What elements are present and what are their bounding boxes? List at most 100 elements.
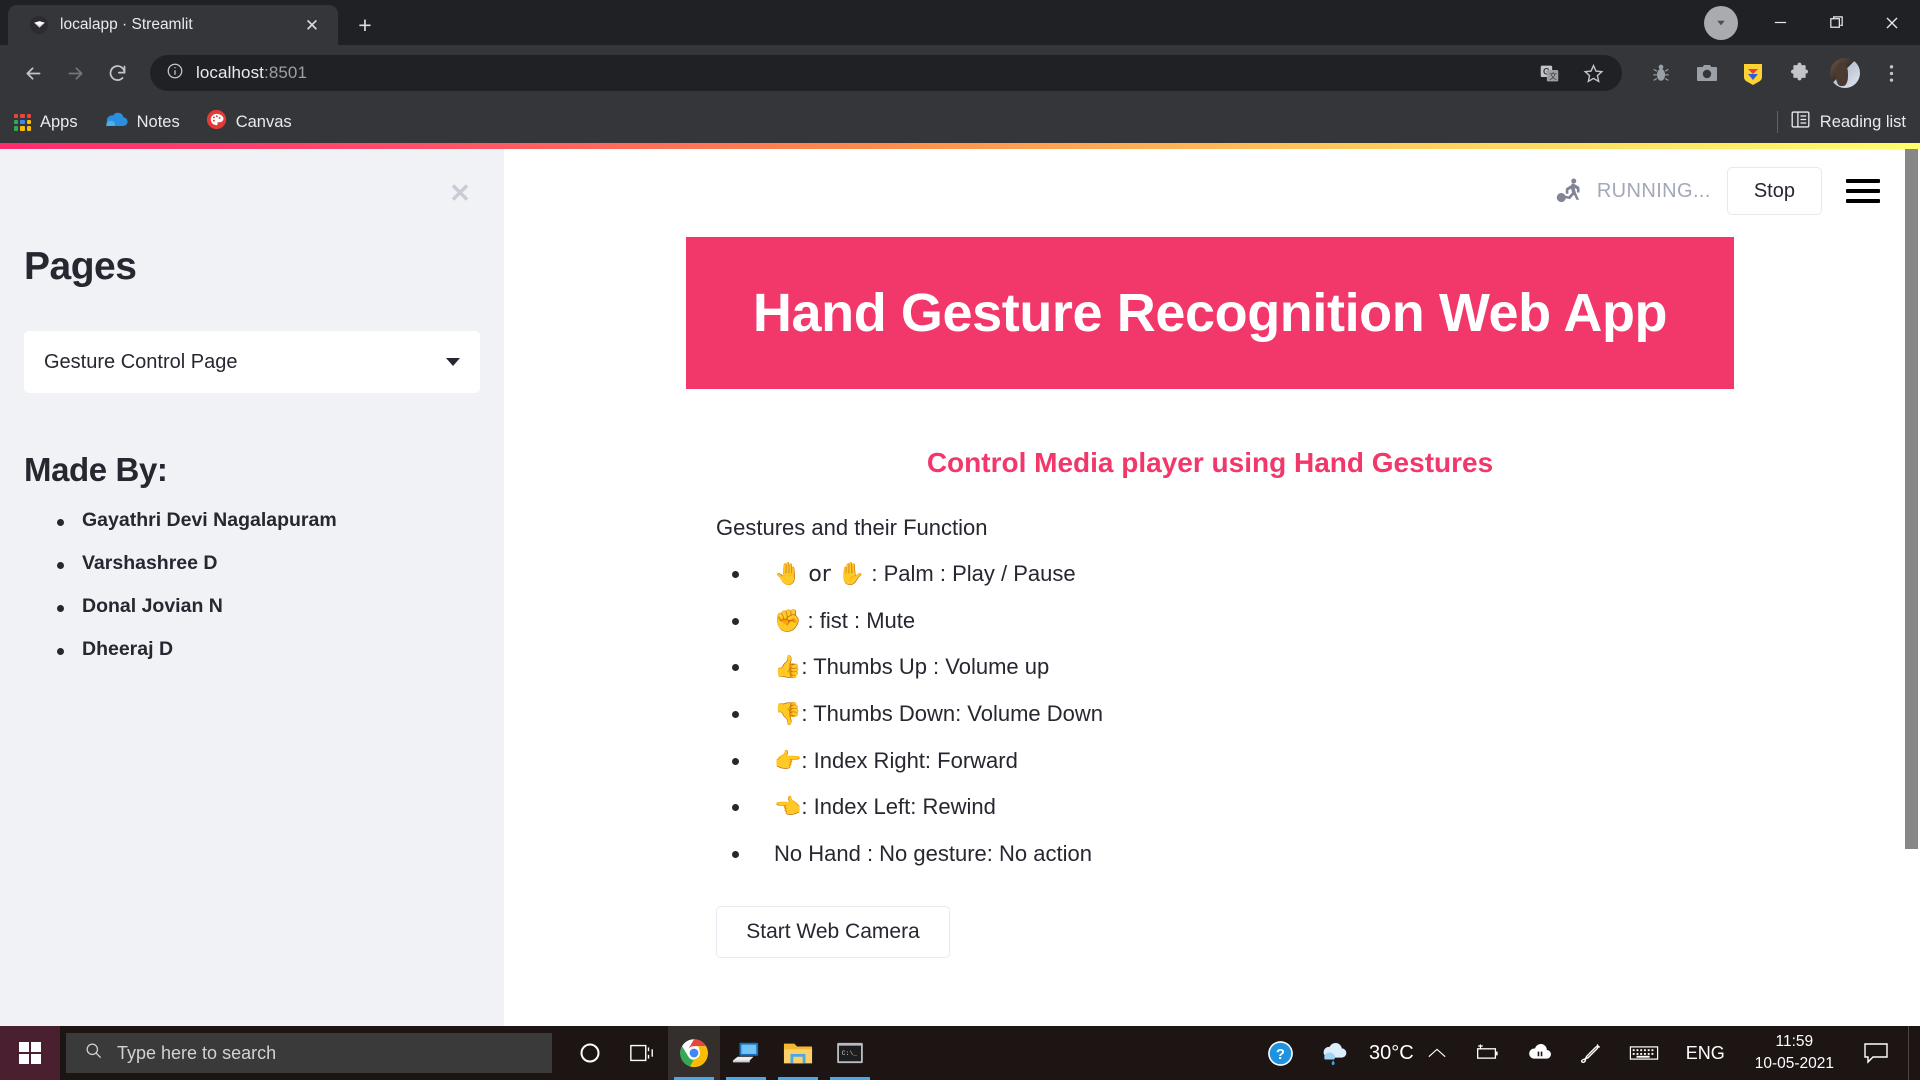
weather-rain-cloud-icon[interactable] xyxy=(1307,1026,1363,1080)
window-controls xyxy=(1704,0,1920,45)
command-prompt-icon[interactable]: C:\_ xyxy=(824,1026,876,1080)
bookmark-label: Canvas xyxy=(235,112,292,131)
system-tray: ? 30°C ENG 11:59 10-05-2021 xyxy=(1254,1026,1920,1080)
apps-grid-icon xyxy=(14,113,31,131)
running-person-icon xyxy=(1555,176,1585,206)
list-item: No Hand : No gesture: No action xyxy=(716,839,1574,870)
clock[interactable]: 11:59 10-05-2021 xyxy=(1739,1031,1850,1076)
bug-icon[interactable] xyxy=(1646,58,1676,88)
gesture-emoji: 👉 xyxy=(774,748,802,774)
browser-toolbar: localhost:8501 G文 xyxy=(0,45,1920,101)
bookmarks-divider xyxy=(1776,111,1778,133)
list-item: 👉: Index Right: Forward xyxy=(716,746,1574,777)
list-item: Dheeraj D xyxy=(24,638,480,661)
profile-badge-icon[interactable] xyxy=(1704,5,1738,40)
status-badge: RUNNING... xyxy=(1555,176,1711,206)
task-view-icon[interactable] xyxy=(616,1026,668,1080)
extension-colorful-icon[interactable] xyxy=(1738,58,1768,88)
clock-time: 11:59 xyxy=(1775,1032,1814,1050)
reload-icon[interactable] xyxy=(98,54,136,92)
puzzle-extensions-icon[interactable] xyxy=(1784,58,1814,88)
cloud-sync-icon[interactable] xyxy=(1514,1026,1566,1080)
canvas-palette-icon xyxy=(206,109,227,135)
remote-desktop-icon[interactable] xyxy=(720,1026,772,1080)
sidebar-heading-pages: Pages xyxy=(24,245,137,288)
sidebar-close-icon[interactable]: ✕ xyxy=(440,173,480,213)
svg-text:C:\_: C:\_ xyxy=(842,1050,858,1057)
search-input[interactable]: Type here to search xyxy=(66,1033,552,1073)
profile-avatar-icon[interactable] xyxy=(1830,58,1860,88)
tab-close-icon[interactable]: ✕ xyxy=(300,13,324,37)
back-arrow-icon[interactable] xyxy=(14,54,52,92)
stop-button[interactable]: Stop xyxy=(1726,167,1822,215)
bookmark-notes[interactable]: Notes xyxy=(104,111,180,134)
show-desktop-button[interactable] xyxy=(1908,1026,1916,1080)
streamlit-app: ✕ Pages Gesture Control Page Made By: Ga… xyxy=(0,149,1920,1026)
site-info-icon[interactable] xyxy=(166,62,184,85)
forward-arrow-icon[interactable] xyxy=(56,54,94,92)
reading-list-icon xyxy=(1790,109,1811,135)
svg-text:?: ? xyxy=(1276,1047,1285,1063)
close-window-button[interactable] xyxy=(1864,0,1920,45)
app-main: RUNNING... Stop Hand Gesture Recognition… xyxy=(504,149,1920,1026)
new-tab-button[interactable]: + xyxy=(348,8,382,42)
gesture-text: : Palm : Play / Pause xyxy=(865,561,1076,586)
gesture-text: : Index Right: Forward xyxy=(801,747,1018,773)
help-question-icon[interactable]: ? xyxy=(1254,1026,1307,1080)
app-sidebar: ✕ Pages Gesture Control Page Made By: Ga… xyxy=(0,149,504,1026)
keyboard-icon[interactable] xyxy=(1616,1026,1672,1080)
windows-start-icon[interactable] xyxy=(0,1026,60,1080)
gesture-text: : fist : Mute xyxy=(801,607,916,633)
gesture-text: No Hand : No gesture: No action xyxy=(774,841,1092,867)
gesture-emoji: ✊ xyxy=(774,608,802,634)
minimize-button[interactable] xyxy=(1752,0,1808,45)
gesture-emoji: 👍 xyxy=(774,655,802,681)
battery-charging-icon[interactable] xyxy=(1460,1026,1514,1080)
page-select-value: Gesture Control Page xyxy=(44,350,238,373)
bookmark-label: Notes xyxy=(136,112,180,131)
address-bar[interactable]: localhost:8501 G文 xyxy=(150,55,1622,91)
clock-date: 10-05-2021 xyxy=(1754,1055,1834,1072)
page-subtitle: Control Media player using Hand Gestures xyxy=(926,447,1494,478)
hamburger-menu-icon[interactable] xyxy=(1846,179,1880,203)
bookmark-label: Apps xyxy=(40,112,78,131)
maximize-button[interactable] xyxy=(1808,0,1864,45)
vertical-scrollbar[interactable] xyxy=(1903,149,1920,1026)
translate-icon[interactable]: G文 xyxy=(1534,58,1564,88)
tab-strip: localapp · Streamlit ✕ + xyxy=(0,0,1920,45)
star-bookmark-icon[interactable] xyxy=(1578,58,1608,88)
list-item: Gayathri Devi Nagalapuram xyxy=(24,509,480,532)
list-item: 👍: Thumbs Up : Volume up xyxy=(716,652,1574,683)
svg-text:文: 文 xyxy=(1549,70,1557,80)
page-select-dropdown[interactable]: Gesture Control Page xyxy=(24,331,480,393)
chevron-down-icon xyxy=(446,358,460,366)
bookmark-canvas[interactable]: Canvas xyxy=(206,109,292,135)
gesture-text: : Thumbs Up : Volume up xyxy=(801,654,1050,680)
search-placeholder: Type here to search xyxy=(117,1042,277,1063)
gestures-intro-text: Gestures and their Function xyxy=(716,515,988,540)
search-icon xyxy=(84,1041,103,1065)
status-text: RUNNING... xyxy=(1596,179,1711,202)
language-indicator[interactable]: ENG xyxy=(1672,1043,1739,1064)
browser-tab[interactable]: localapp · Streamlit ✕ xyxy=(8,5,338,45)
google-chrome-icon[interactable] xyxy=(668,1026,720,1080)
browser-window: localapp · Streamlit ✕ + localhost:8501 … xyxy=(0,0,1920,1026)
cortana-icon[interactable] xyxy=(564,1026,616,1080)
list-item: Varshashree D xyxy=(24,552,480,575)
start-web-camera-button[interactable]: Start Web Camera xyxy=(716,905,950,958)
taskbar-apps: C:\_ xyxy=(564,1026,876,1080)
windows-taskbar: Type here to search C:\_ ? 30°C ENG 11:5… xyxy=(0,1026,1920,1080)
notification-bubble-icon[interactable] xyxy=(1850,1026,1902,1080)
camera-icon[interactable] xyxy=(1692,58,1722,88)
gesture-emoji: 👈 xyxy=(774,795,802,821)
temperature-label: 30°C xyxy=(1369,1041,1414,1064)
three-dot-menu-icon[interactable] xyxy=(1876,58,1906,88)
chevron-up-icon[interactable] xyxy=(1414,1026,1460,1080)
pen-icon[interactable] xyxy=(1566,1026,1616,1080)
bookmark-apps[interactable]: Apps xyxy=(14,113,78,132)
sidebar-heading-made-by: Made By: xyxy=(24,451,168,488)
list-item: Donal Jovian N xyxy=(24,595,480,618)
file-explorer-icon[interactable] xyxy=(772,1026,824,1080)
reading-list-button[interactable]: Reading list xyxy=(1790,109,1906,135)
scrollbar-thumb[interactable] xyxy=(1905,149,1918,849)
